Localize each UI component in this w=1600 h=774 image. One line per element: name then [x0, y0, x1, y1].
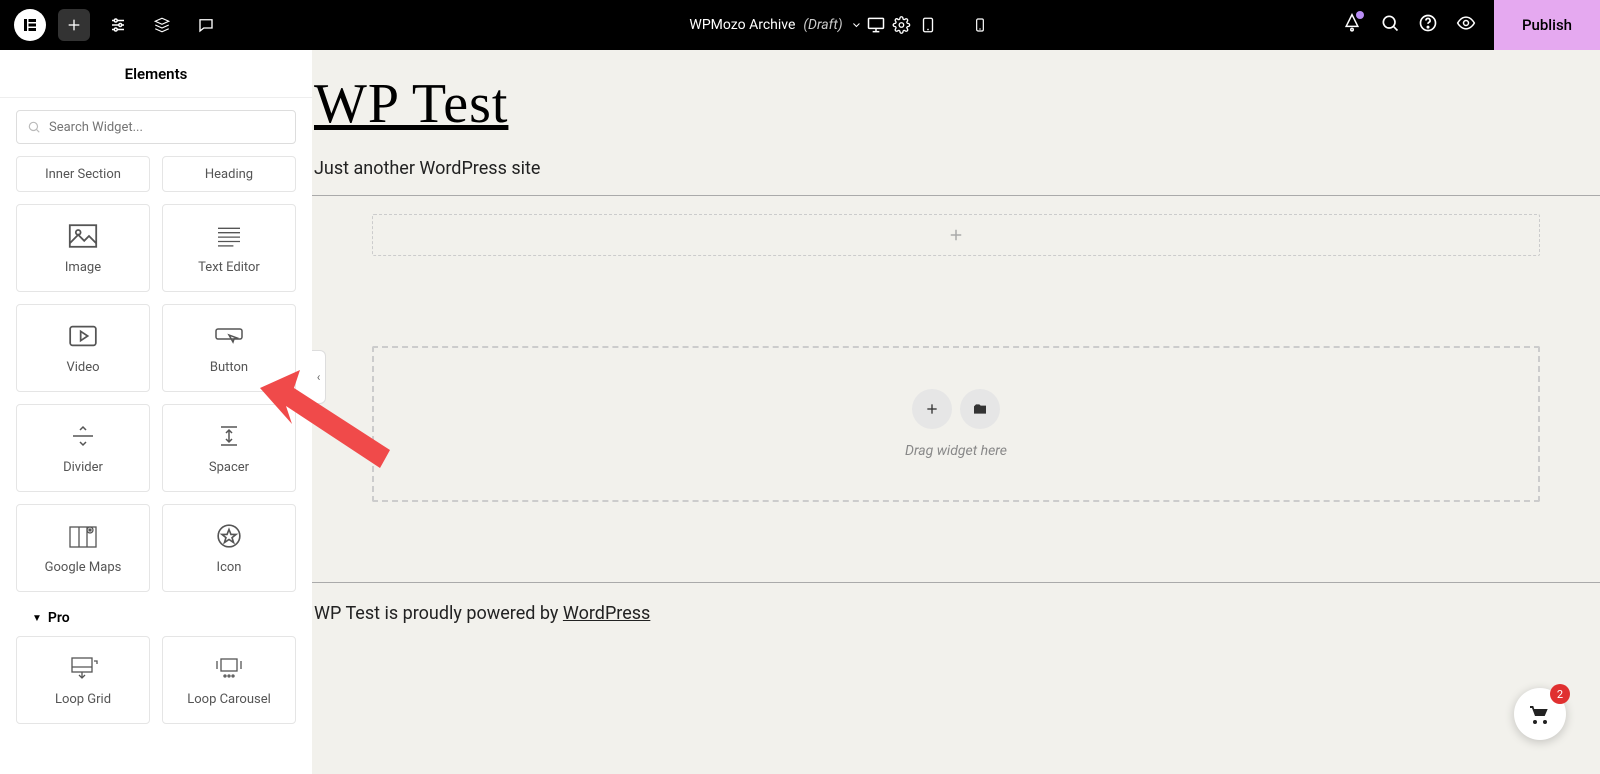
editor-canvas: WP Test Just another WordPress site Drag… [312, 50, 1600, 774]
plus-icon [947, 226, 965, 244]
page-name: WPMozo Archive [689, 17, 795, 33]
widget-spacer[interactable]: Spacer [162, 404, 296, 492]
widget-button[interactable]: Button [162, 304, 296, 392]
wordpress-link[interactable]: WordPress [563, 603, 650, 624]
notifications-button[interactable] [1342, 13, 1362, 37]
publish-button[interactable]: Publish [1494, 0, 1600, 50]
widget-inner-section[interactable]: Inner Section [16, 156, 150, 192]
elementor-logo[interactable] [14, 9, 46, 41]
widget-video[interactable]: Video [16, 304, 150, 392]
drop-zone[interactable]: Drag widget here [372, 346, 1540, 502]
panel-title: Elements [0, 50, 312, 98]
device-mobile[interactable] [964, 9, 996, 41]
widget-google-maps[interactable]: Google Maps [16, 504, 150, 592]
template-library-button[interactable] [960, 389, 1000, 429]
widget-loop-grid[interactable]: Loop Grid [16, 636, 150, 724]
site-title[interactable]: WP Test [312, 50, 1600, 142]
divider-icon [69, 422, 97, 450]
drop-hint: Drag widget here [905, 443, 1007, 459]
add-element-button[interactable] [58, 9, 90, 41]
draft-label: (Draft) [803, 17, 842, 33]
section-pro[interactable]: ▼ Pro [16, 592, 296, 636]
widget-divider[interactable]: Divider [16, 404, 150, 492]
add-widget-button[interactable] [912, 389, 952, 429]
divider-line [312, 195, 1600, 196]
add-section-strip[interactable] [372, 214, 1540, 256]
device-tablet[interactable] [912, 9, 944, 41]
map-icon [68, 522, 98, 550]
device-desktop[interactable] [860, 9, 892, 41]
widget-image[interactable]: Image [16, 204, 150, 292]
video-icon [69, 322, 97, 350]
loop-carousel-icon [213, 654, 245, 682]
site-tagline: Just another WordPress site [312, 142, 1600, 191]
collapse-panel-handle[interactable]: ‹ [312, 350, 326, 404]
search-icon [27, 120, 41, 134]
chevron-down-icon: ▼ [32, 613, 42, 624]
comments-button[interactable] [190, 9, 222, 41]
elements-panel: Elements Inner Section Heading Image Tex… [0, 50, 312, 774]
footer-text: WP Test is proudly powered by WordPress [312, 583, 1600, 624]
button-icon [214, 322, 244, 350]
cart-button[interactable]: 2 [1514, 688, 1566, 740]
widget-heading[interactable]: Heading [162, 156, 296, 192]
widget-icon[interactable]: Icon [162, 504, 296, 592]
top-bar: WPMozo Archive (Draft) Publish [0, 0, 1600, 50]
loop-grid-icon [68, 654, 98, 682]
preview-button[interactable] [1456, 13, 1476, 37]
star-icon [216, 522, 242, 550]
structure-button[interactable] [146, 9, 178, 41]
spacer-icon [216, 422, 242, 450]
widget-loop-carousel[interactable]: Loop Carousel [162, 636, 296, 724]
cart-icon [1528, 702, 1552, 726]
help-button[interactable] [1418, 13, 1438, 37]
image-icon [68, 222, 98, 250]
cart-count: 2 [1550, 684, 1570, 704]
search-widget-input[interactable] [16, 110, 296, 144]
notification-dot [1356, 11, 1364, 19]
widget-text-editor[interactable]: Text Editor [162, 204, 296, 292]
finder-button[interactable] [1380, 13, 1400, 37]
text-icon [215, 222, 243, 250]
site-settings-button[interactable] [102, 9, 134, 41]
